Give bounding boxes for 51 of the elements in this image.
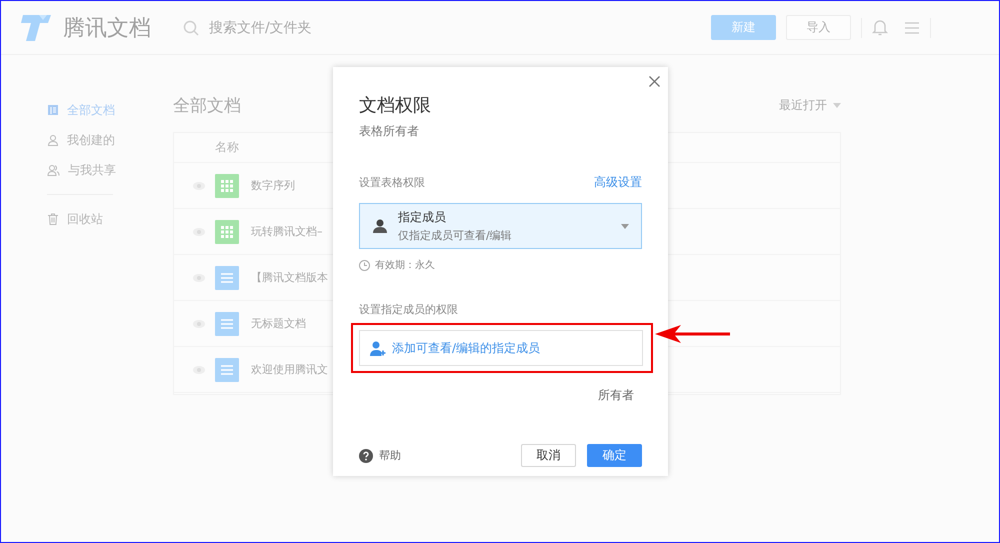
users-icon bbox=[47, 164, 60, 176]
logo-icon bbox=[19, 12, 53, 42]
permission-select[interactable]: 指定成员 仅指定成员可查看/编辑 bbox=[359, 203, 642, 249]
file-name[interactable]: 【腾讯文档版本 bbox=[251, 270, 328, 285]
new-button[interactable]: 新建 bbox=[711, 15, 776, 40]
sidebar-item[interactable]: 全部文档 bbox=[47, 95, 173, 125]
document-list-icon bbox=[47, 104, 59, 116]
cancel-button[interactable]: 取消 bbox=[521, 444, 576, 467]
add-person-icon bbox=[370, 340, 386, 356]
caret-icon bbox=[621, 224, 629, 228]
advanced-settings-link[interactable]: 高级设置 bbox=[594, 174, 642, 191]
app-name: 腾讯文档 bbox=[63, 14, 151, 42]
document-icon bbox=[215, 266, 239, 290]
spreadsheet-icon bbox=[215, 174, 239, 198]
clock-icon bbox=[359, 260, 370, 270]
sidebar-item[interactable]: 我创建的 bbox=[47, 125, 173, 155]
import-button[interactable]: 导入 bbox=[786, 15, 851, 40]
section-label: 设置指定成员的权限 bbox=[359, 302, 459, 317]
sidebar-item[interactable]: 回收站 bbox=[47, 204, 173, 234]
section-label: 设置表格权限 bbox=[359, 175, 425, 190]
eye-icon bbox=[193, 274, 205, 282]
file-name[interactable]: 欢迎使用腾讯文 bbox=[251, 362, 328, 377]
search-field[interactable]: 搜索文件/文件夹 bbox=[207, 18, 407, 36]
owner-label: 所有者 bbox=[598, 387, 634, 404]
document-icon bbox=[215, 358, 239, 382]
search-icon bbox=[183, 20, 199, 36]
file-name[interactable]: 数字序列 bbox=[251, 178, 295, 193]
page-title: 全部文档 bbox=[173, 94, 241, 116]
spreadsheet-icon bbox=[215, 220, 239, 244]
select-description: 仅指定成员可查看/编辑 bbox=[398, 228, 513, 243]
user-icon bbox=[47, 134, 59, 146]
trash-icon bbox=[47, 213, 59, 225]
eye-icon bbox=[193, 182, 205, 190]
file-name[interactable]: 无标题文档 bbox=[251, 316, 306, 331]
person-icon bbox=[372, 219, 388, 233]
dialog-title: 文档权限 bbox=[359, 94, 432, 115]
sidebar-item[interactable]: 与我共享 bbox=[47, 155, 173, 185]
help-link[interactable]: 帮助 bbox=[379, 448, 510, 463]
eye-icon bbox=[193, 228, 205, 236]
caret-icon bbox=[833, 102, 841, 108]
close-icon[interactable] bbox=[649, 76, 660, 87]
help-icon[interactable] bbox=[359, 448, 373, 462]
eye-icon bbox=[193, 320, 205, 328]
add-member-button[interactable]: 添加可查看/编辑的指定成员 bbox=[359, 330, 643, 366]
file-name[interactable]: 玩转腾讯文档– bbox=[251, 224, 322, 239]
confirm-button[interactable]: 确定 bbox=[587, 444, 642, 467]
sort-dropdown[interactable]: 最近打开 bbox=[779, 96, 841, 114]
select-title: 指定成员 bbox=[398, 209, 447, 226]
document-icon bbox=[215, 312, 239, 336]
expiry-text: 有效期：永久 bbox=[375, 258, 435, 272]
eye-icon bbox=[193, 366, 205, 374]
